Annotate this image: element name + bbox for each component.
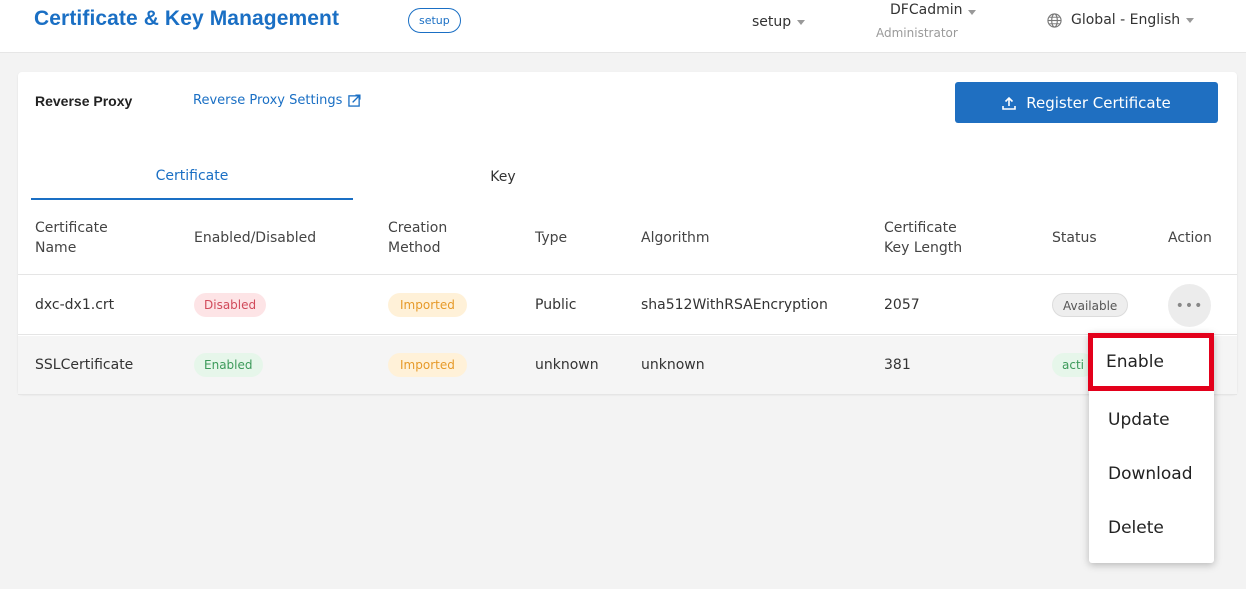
table-row: SSLCertificate Enabled Imported unknown … <box>18 336 1237 395</box>
method-badge: Imported <box>388 353 467 377</box>
tab-bar: Certificate Key <box>31 154 1221 200</box>
user-menu[interactable]: DFCadmin Administrator <box>876 1 976 43</box>
header-certificate-name-line1: Certificate <box>35 220 108 236</box>
header-algorithm: Algorithm <box>641 230 710 246</box>
header-type: Type <box>535 230 568 246</box>
cell-name: SSLCertificate <box>35 357 134 373</box>
cell-enabled: Enabled <box>194 336 263 394</box>
top-header: Certificate & Key Management setup setup… <box>0 0 1246 53</box>
upload-icon <box>1002 96 1017 110</box>
header-action: Action <box>1168 230 1212 246</box>
table-header: Certificate Name Enabled/Disabled Creatio… <box>18 202 1237 275</box>
globe-icon <box>1047 12 1062 28</box>
table-row: dxc-dx1.crt Disabled Imported Public sha… <box>18 276 1237 335</box>
more-actions-button[interactable]: ••• <box>1168 284 1211 327</box>
reverse-proxy-label: Reverse Proxy <box>35 93 133 109</box>
method-badge: Imported <box>388 293 467 317</box>
register-certificate-label: Register Certificate <box>1026 93 1171 112</box>
header-creation-method: Creation Method <box>388 202 447 274</box>
menu-item-enable[interactable]: Enable <box>1088 333 1214 391</box>
cell-method: Imported <box>388 276 467 334</box>
project-select[interactable]: setup <box>752 14 806 30</box>
chevron-down-icon <box>968 10 976 15</box>
header-key-length-line2: Key Length <box>884 240 963 256</box>
setup-badge: setup <box>408 8 461 33</box>
page-title: Certificate & Key Management <box>34 7 340 30</box>
cell-name: dxc-dx1.crt <box>35 297 115 313</box>
cell-type: unknown <box>535 357 599 373</box>
menu-item-delete[interactable]: Delete <box>1089 501 1214 555</box>
header-status: Status <box>1052 230 1097 246</box>
header-enabled-disabled: Enabled/Disabled <box>194 230 317 246</box>
reverse-proxy-settings-link[interactable]: Reverse Proxy Settings <box>193 93 361 108</box>
tab-certificate[interactable]: Certificate <box>31 154 353 200</box>
status-badge: Enabled <box>194 353 263 377</box>
action-menu: Enable Update Download Delete <box>1088 333 1214 563</box>
language-select[interactable]: Global - English <box>1047 12 1195 28</box>
reverse-proxy-settings-label: Reverse Proxy Settings <box>193 93 343 108</box>
project-select-label: setup <box>752 14 792 30</box>
cell-type: Public <box>535 297 577 313</box>
cell-key-length: 2057 <box>884 297 920 313</box>
language-label: Global - English <box>1071 12 1181 28</box>
header-certificate-name: Certificate Name <box>35 202 108 274</box>
user-name: DFCadmin <box>890 2 963 18</box>
chevron-down-icon <box>797 19 806 25</box>
header-certificate-name-line2: Name <box>35 240 77 256</box>
cell-algorithm: sha512WithRSAEncryption <box>641 297 828 313</box>
register-certificate-button[interactable]: Register Certificate <box>955 82 1218 123</box>
header-creation-method-line1: Creation <box>388 220 448 236</box>
header-creation-method-line2: Method <box>388 240 441 256</box>
header-key-length-line1: Certificate <box>884 220 957 236</box>
header-key-length: Certificate Key Length <box>884 202 962 274</box>
status-badge: Available <box>1052 293 1129 317</box>
cell-key-length: 381 <box>884 357 911 373</box>
cell-enabled: Disabled <box>194 276 267 334</box>
cell-method: Imported <box>388 336 467 394</box>
menu-item-download[interactable]: Download <box>1089 447 1214 501</box>
status-badge: Disabled <box>194 293 267 317</box>
external-link-icon <box>348 94 361 107</box>
tab-key[interactable]: Key <box>353 154 653 200</box>
user-role: Administrator <box>876 26 958 40</box>
certificate-card: Reverse Proxy Reverse Proxy Settings Reg… <box>18 72 1237 395</box>
chevron-down-icon <box>1186 17 1195 23</box>
menu-item-update[interactable]: Update <box>1089 393 1214 447</box>
cell-algorithm: unknown <box>641 357 705 373</box>
cell-status: Available <box>1052 276 1129 334</box>
